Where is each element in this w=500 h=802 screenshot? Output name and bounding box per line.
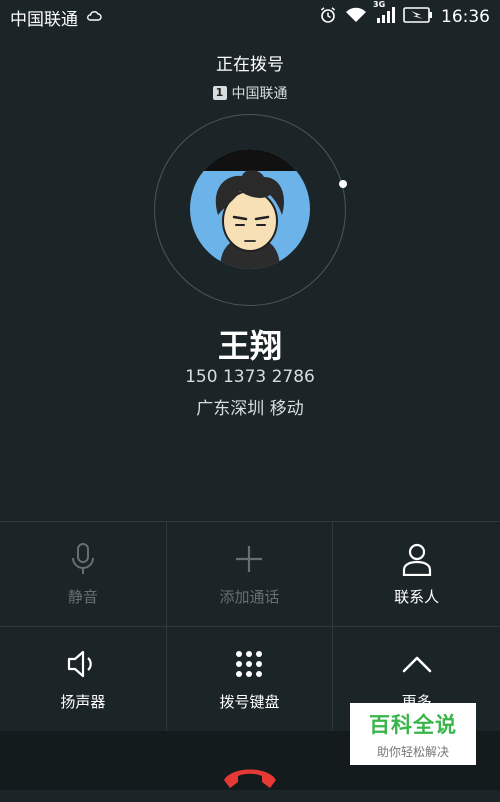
contact-location: 广东深圳 移动	[196, 399, 304, 419]
contacts-button[interactable]: 联系人	[333, 522, 500, 627]
speaker-label: 扬声器	[60, 692, 106, 711]
plus-icon	[232, 542, 266, 576]
wifi-icon	[345, 7, 367, 28]
dialpad-label: 拨号键盘	[219, 692, 280, 711]
end-call-icon	[224, 769, 276, 788]
add-call-button[interactable]: 添加通话	[166, 522, 334, 627]
mute-label: 静音	[67, 587, 98, 606]
contact-number: 150 1373 2786	[185, 367, 315, 387]
signal-icon: 3G	[373, 0, 395, 28]
carrier-label: 中国联通	[10, 9, 78, 30]
watermark-subtitle: 助你轻松解决	[376, 744, 449, 759]
chevron-up-icon	[400, 647, 434, 681]
speaker-icon	[66, 647, 100, 681]
clock-label: 16:36	[441, 7, 490, 27]
call-status: 正在拨号	[216, 55, 284, 75]
person-icon	[400, 542, 434, 576]
contacts-label: 联系人	[394, 587, 440, 606]
alarm-icon	[319, 6, 337, 29]
call-header: 正在拨号 1 中国联通	[0, 50, 500, 103]
add-call-label: 添加通话	[219, 587, 280, 606]
contact-avatar	[190, 149, 310, 269]
sim-slot-badge: 1	[212, 86, 227, 100]
sim-carrier-label: 中国联通	[231, 86, 288, 102]
contact-name: 王翔	[217, 327, 282, 365]
status-bar: 中国联通 3G 16:36	[0, 0, 500, 34]
end-call-button[interactable]	[220, 758, 280, 798]
ring-indicator-dot	[339, 180, 347, 188]
dialpad-icon	[232, 647, 266, 681]
battery-charging-icon	[403, 6, 433, 28]
status-left: 中国联通	[10, 5, 102, 30]
network-type-label: 3G	[373, 0, 386, 9]
microphone-icon	[66, 542, 100, 576]
sim-info: 1 中国联通	[0, 83, 500, 103]
watermark-title: 百科全说	[369, 712, 457, 737]
dialpad-button[interactable]: 拨号键盘	[166, 627, 334, 732]
speaker-button[interactable]: 扬声器	[0, 627, 167, 732]
mute-button[interactable]: 静音	[0, 522, 167, 627]
call-controls: 静音 添加通话 联系人 扬声器 拨号键盘 更多	[0, 521, 500, 732]
status-right: 3G 16:36	[319, 0, 490, 29]
watermark-logo: 百科全说 助你轻松解决	[350, 703, 476, 765]
cloud-icon	[86, 7, 102, 27]
